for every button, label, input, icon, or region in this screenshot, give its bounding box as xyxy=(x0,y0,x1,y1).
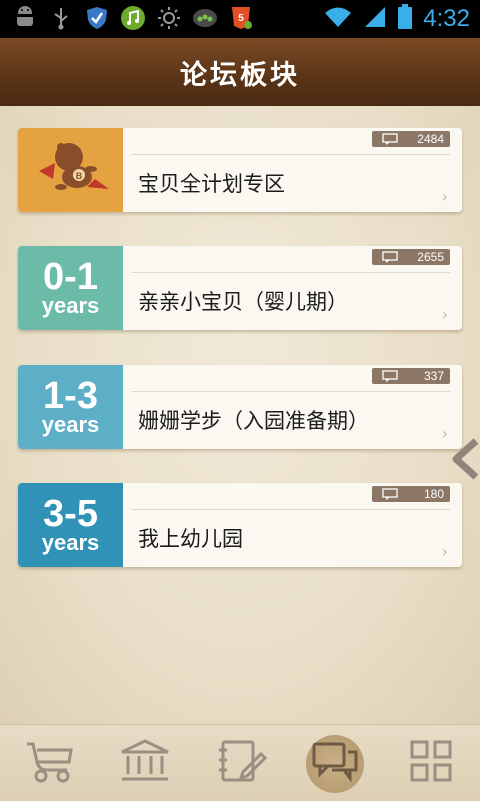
shield-icon xyxy=(84,5,110,31)
forum-title: 宝贝全计划专区 xyxy=(138,172,285,196)
comment-icon xyxy=(382,370,398,385)
post-count: 337 xyxy=(423,369,444,383)
post-count-badge: 337 xyxy=(372,368,450,384)
post-count: 180 xyxy=(423,487,444,501)
post-count: 2484 xyxy=(417,132,444,146)
title-bar: 论坛板块 xyxy=(0,38,480,106)
age-range-label: 3-5 xyxy=(43,493,98,535)
music-icon xyxy=(120,5,146,31)
chevron-right-icon: › xyxy=(441,305,448,324)
years-label: years xyxy=(41,412,100,437)
forum-card-baby-plan[interactable]: B 2484 宝贝全计划专区 › xyxy=(18,128,462,212)
forum-list-area: B 2484 宝贝全计划专区 › 0-1 years 2655 亲亲小宝贝（婴儿… xyxy=(0,106,480,724)
bank-icon xyxy=(118,738,172,788)
forum-card-3-5-years[interactable]: 3-5 years 180 我上幼儿园 › xyxy=(18,483,462,567)
years-label: years xyxy=(41,293,100,318)
comment-icon xyxy=(382,488,398,503)
svg-text:B: B xyxy=(75,171,82,181)
forum-title: 亲亲小宝贝（婴儿期） xyxy=(138,290,348,314)
nav-notebook[interactable] xyxy=(205,731,275,795)
nav-more[interactable] xyxy=(396,731,466,795)
chevron-right-icon: › xyxy=(441,542,448,561)
forum-chat-icon xyxy=(308,738,362,788)
brightness-icon xyxy=(156,5,182,31)
comment-icon xyxy=(382,133,398,148)
grid-icon xyxy=(408,738,454,788)
divider xyxy=(131,154,450,155)
nav-stroller[interactable] xyxy=(15,731,85,795)
age-range-label: 1-3 xyxy=(43,375,98,417)
bottom-navigation xyxy=(0,724,480,801)
forum-card-1-3-years[interactable]: 1-3 years 337 姗姗学步（入园准备期） › xyxy=(18,365,462,449)
forum-card-0-1-years[interactable]: 0-1 years 2655 亲亲小宝贝（婴儿期） › xyxy=(18,246,462,330)
chevron-right-icon: › xyxy=(441,187,448,206)
divider xyxy=(131,272,450,273)
nav-bank[interactable] xyxy=(110,731,180,795)
battery-icon xyxy=(397,4,413,34)
status-bar: 5 4:32 xyxy=(0,0,480,38)
notification-icons: 5 xyxy=(12,5,254,31)
forum-title: 姗姗学步（入园准备期） xyxy=(138,409,369,433)
signal-icon xyxy=(363,5,387,33)
forum-badge: 1-3 years xyxy=(18,365,123,449)
forum-badge: 0-1 years xyxy=(18,246,123,330)
mascot-icon: B xyxy=(25,133,117,207)
stroller-icon xyxy=(23,738,77,788)
forum-title: 我上幼儿园 xyxy=(138,527,243,551)
system-status: 4:32 xyxy=(323,4,470,34)
divider xyxy=(131,391,450,392)
age-range-label: 0-1 xyxy=(43,256,98,298)
comment-icon xyxy=(382,251,398,266)
chevron-right-icon: › xyxy=(441,424,448,443)
status-clock: 4:32 xyxy=(423,5,470,32)
forum-badge: 3-5 years xyxy=(18,483,123,567)
post-count: 2655 xyxy=(417,250,444,264)
svg-text:5: 5 xyxy=(238,13,244,24)
pea-pod-icon xyxy=(192,5,218,31)
notebook-icon xyxy=(213,738,268,788)
forum-badge: B xyxy=(18,128,123,212)
post-count-badge: 2484 xyxy=(372,131,450,147)
wifi-icon xyxy=(323,5,353,33)
html5-icon: 5 xyxy=(228,5,254,31)
nav-forum[interactable] xyxy=(300,731,370,795)
usb-icon xyxy=(48,5,74,31)
page-title: 论坛板块 xyxy=(180,59,300,91)
post-count-badge: 2655 xyxy=(372,249,450,265)
side-drawer-arrow-icon[interactable] xyxy=(450,438,480,480)
years-label: years xyxy=(41,530,100,555)
post-count-badge: 180 xyxy=(372,486,450,502)
android-debug-icon xyxy=(12,5,38,31)
divider xyxy=(131,509,450,510)
